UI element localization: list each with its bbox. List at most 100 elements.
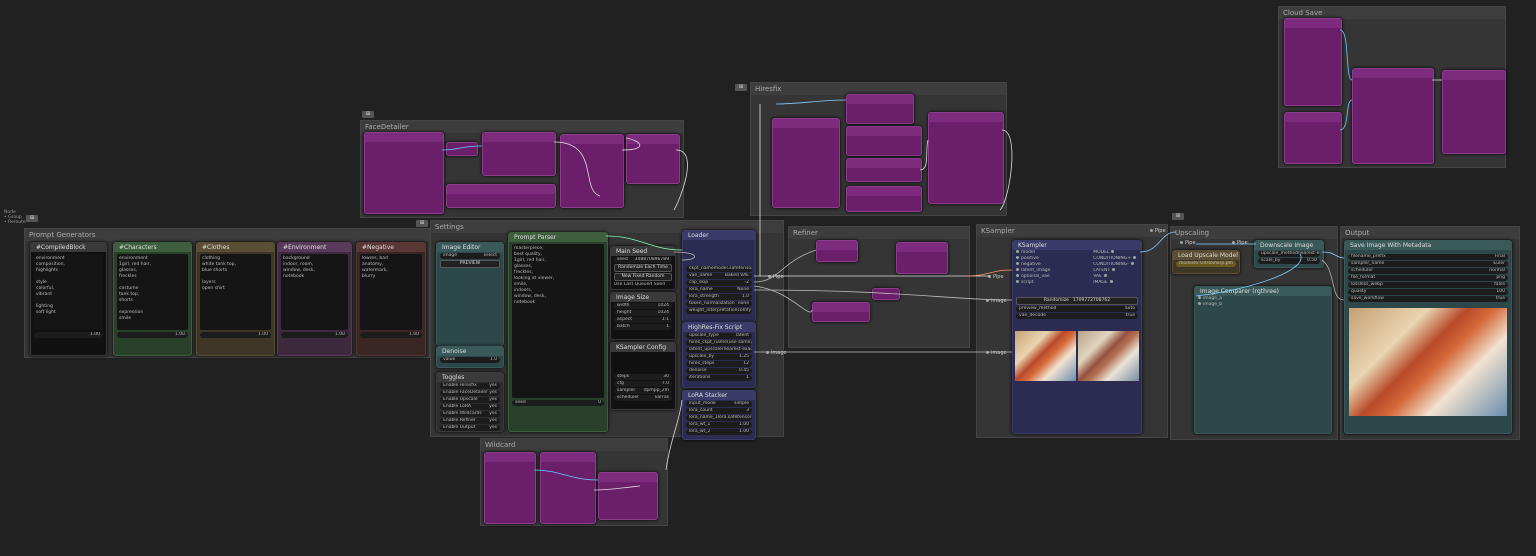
loader-row[interactable]: lora_strength 1.0	[686, 294, 752, 300]
refine-node-3[interactable]	[812, 302, 870, 322]
lora-stacker-node[interactable]: LoRA Stacker input_mode simple lora_count 3…	[682, 390, 756, 440]
toggle-row[interactable]: Enable Hiresfix yes	[440, 383, 500, 389]
lora-row[interactable]: lora_count 3	[686, 408, 752, 414]
save-setting-row[interactable]: quality 100	[1348, 289, 1508, 295]
lora-row[interactable]: input_mode simple	[686, 401, 752, 407]
ksampler-config-row[interactable]: scheduler karras	[614, 395, 672, 401]
generator-node-negative[interactable]: #Negative lowres, bad anatomy, watermark…	[356, 242, 426, 356]
prompt-textarea[interactable]: masterpiece, best quality, 1girl, red ha…	[512, 244, 604, 398]
hires-node-6[interactable]	[928, 112, 1004, 204]
preview-button[interactable]: PREVIEW	[440, 260, 500, 268]
output-slot[interactable]: IMAGE	[1090, 280, 1141, 286]
upscale-model-node[interactable]: Load Upscale Model model 4x-UltraSharp.pt…	[1172, 250, 1240, 274]
save-setting-row[interactable]: lossless_webp false	[1348, 282, 1508, 288]
hires-row[interactable]: latent_upscaler nearest-exact	[686, 347, 752, 353]
group-badge[interactable]: ⊞	[416, 220, 428, 227]
save-setting-row[interactable]: filename_prefix Final	[1348, 254, 1508, 260]
loader-row[interactable]: ckpt_name model.safetensors	[686, 266, 752, 272]
seed-widget[interactable]: seed 0	[512, 400, 604, 406]
image-editor-node[interactable]: Image Editor image select PREVIEW	[436, 242, 504, 346]
prompt-parser-node[interactable]: Prompt Parser masterpiece, best quality,…	[508, 232, 608, 432]
detailer-node-4[interactable]	[446, 184, 556, 208]
refine-node-2[interactable]	[896, 242, 948, 274]
hires-node-4[interactable]	[846, 158, 922, 182]
prompt-textarea[interactable]: clothing white tank top, blue shorts lay…	[200, 254, 271, 330]
denoise-node[interactable]: Denoise value 1.0	[436, 346, 504, 368]
save-setting-row[interactable]: scheduler normal	[1348, 268, 1508, 274]
hires-row[interactable]: hires_ckpt_name (use same)	[686, 340, 752, 346]
prompt-textarea[interactable]: environment 1girl, red hair, glasses, fr…	[117, 254, 188, 330]
cloud-node-3[interactable]	[1352, 68, 1434, 164]
lora-row[interactable]: lora_wt_1 1.00	[686, 422, 752, 428]
ksampler-config-row[interactable]: cfg 7.0	[614, 381, 672, 387]
downscale-node[interactable]: Downscale Image upscale_methodnearest-ex…	[1254, 240, 1324, 268]
image-label-3[interactable]: image	[766, 350, 787, 356]
progress-widget[interactable]: 1.00	[117, 332, 188, 338]
lora-row[interactable]: lora_wt_2 1.00	[686, 429, 752, 435]
hires-node-3[interactable]	[846, 126, 922, 156]
detailer-node-1[interactable]	[364, 132, 444, 214]
lora-row[interactable]: lora_name_1 lora.safetensors	[686, 415, 752, 421]
image-size-row[interactable]: aspect 1:1	[614, 317, 672, 323]
loader-row[interactable]: clip_skip -2	[686, 280, 752, 286]
cloud-node-2[interactable]	[1284, 112, 1342, 164]
preview-image-1[interactable]	[1015, 331, 1076, 381]
detailer-node-3[interactable]	[482, 132, 556, 176]
input-slot[interactable]: script	[1013, 280, 1053, 286]
toggle-row[interactable]: Enable Output yes	[440, 425, 500, 431]
loader-row[interactable]: token_normalization none	[686, 301, 752, 307]
prompt-textarea[interactable]: background indoor, room, window, desk, n…	[281, 254, 348, 330]
model-select[interactable]: model 4x-UltraSharp.pth	[1176, 261, 1236, 267]
progress-widget[interactable]: 1.00	[34, 332, 103, 338]
seed-node[interactable]: Main Seed seed 348870896789 Randomize Eac…	[610, 246, 676, 290]
detailer-node-5[interactable]	[560, 134, 624, 208]
image-size-row[interactable]: height 1024	[614, 310, 672, 316]
group-badge[interactable]: ⊞	[26, 215, 38, 222]
ksampler-config-row[interactable]: sampler dpmpp_2m	[614, 388, 672, 394]
detailer-node-2[interactable]	[446, 142, 478, 156]
output-image[interactable]	[1349, 308, 1507, 416]
save-setting-row[interactable]: sampler_name Euler	[1348, 261, 1508, 267]
downscale-row[interactable]: scale_by 0.50	[1258, 258, 1320, 264]
image-label-2[interactable]: image	[986, 350, 1007, 356]
randomize-button[interactable]: Randomize Each Time	[614, 264, 672, 272]
generator-node-characters[interactable]: #Characters environment 1girl, red hair,…	[113, 242, 192, 356]
toggle-row[interactable]: Enable FaceDetailer yes	[440, 390, 500, 396]
prompt-textarea[interactable]: lowres, bad anatomy, watermark, blurry	[360, 254, 422, 330]
image-size-node[interactable]: Image Size width 1024 height 1024 aspect 1:1 b…	[610, 292, 676, 340]
new-fixed-random-button[interactable]: New Fixed Random	[614, 273, 672, 281]
toggles-node[interactable]: Toggles Enable Hiresfix yes Enable FaceDet…	[436, 372, 504, 432]
generator-node-compiled[interactable]: #CompiledBlock environment composition, …	[30, 242, 107, 356]
toggle-row[interactable]: Enable LoRA yes	[440, 404, 500, 410]
refine-node-4[interactable]	[872, 288, 900, 300]
hires-row[interactable]: upscale_by 1.25	[686, 354, 752, 360]
image-b-slot[interactable]: image_b	[1195, 302, 1331, 308]
hires-node-2[interactable]	[846, 94, 914, 124]
pipe-label-4[interactable]: Pipe	[1180, 240, 1196, 246]
save-setting-row[interactable]: save_workflow true	[1348, 296, 1508, 302]
progress-widget[interactable]: 1.00	[281, 332, 348, 338]
hires-node-5[interactable]	[846, 186, 922, 212]
ksampler-node[interactable]: KSampler model positive negative latent_ima…	[1012, 240, 1142, 434]
preview-image-2[interactable]	[1078, 331, 1139, 381]
image-label-1[interactable]: image	[986, 298, 1007, 304]
image-size-row[interactable]: batch 1	[614, 324, 672, 330]
hires-script-node[interactable]: HighRes-Fix Script upscale_type latent hir…	[682, 322, 756, 388]
prompt-textarea[interactable]: environment composition, highlights styl…	[34, 254, 103, 330]
wildcard-node-3[interactable]	[598, 472, 658, 520]
cloud-node-1[interactable]	[1284, 18, 1342, 106]
hires-row[interactable]: denoise 0.45	[686, 368, 752, 374]
ksampler-setting-row[interactable]: vae_decode true	[1016, 313, 1138, 319]
detailer-node-6[interactable]	[626, 134, 680, 184]
save-image-node[interactable]: Save Image With Metadata filename_prefix…	[1344, 240, 1512, 434]
progress-widget[interactable]: 1.00	[360, 332, 422, 338]
wildcard-node-2[interactable]	[540, 452, 596, 524]
group-badge[interactable]: ⊞	[1172, 213, 1184, 220]
pipe-label-5[interactable]: Pipe	[1232, 240, 1248, 246]
toggle-row[interactable]: Enable Refiner yes	[440, 418, 500, 424]
toggle-row[interactable]: Enable Upscale yes	[440, 397, 500, 403]
generator-node-environment[interactable]: #Environment background indoor, room, wi…	[277, 242, 352, 356]
loader-node[interactable]: Loader ckpt_name model.safetensors vae_nam…	[682, 230, 756, 322]
cloud-node-4[interactable]	[1442, 70, 1506, 154]
downscale-row[interactable]: upscale_methodnearest-exact	[1258, 251, 1320, 257]
